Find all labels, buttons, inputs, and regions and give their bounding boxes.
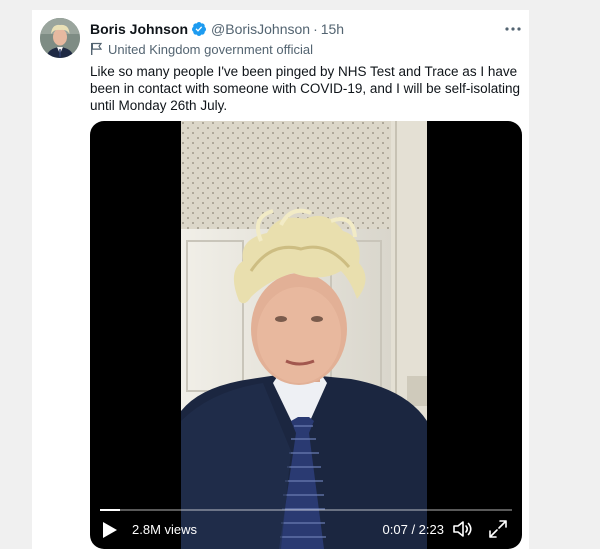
video-still-image [181, 121, 427, 549]
author-name[interactable]: Boris Johnson [90, 21, 188, 37]
volume-icon[interactable] [452, 519, 474, 539]
author-line: Boris Johnson @BorisJohnson · 15h [90, 20, 344, 38]
government-label[interactable]: United Kingdom government official [90, 40, 313, 58]
play-icon[interactable] [102, 521, 118, 539]
progress-bar[interactable] [100, 509, 512, 511]
video-frame[interactable] [181, 121, 427, 549]
view-count: 2.8M views [132, 522, 198, 537]
author-handle[interactable]: @BorisJohnson [211, 21, 310, 37]
more-horizontal-icon[interactable] [503, 20, 523, 38]
video-controls: 2.8M views 0:07 / 2:23 [90, 503, 522, 549]
avatar-image [40, 18, 80, 58]
avatar[interactable] [40, 18, 80, 58]
label-text: United Kingdom government official [108, 41, 313, 57]
video-time: 0:07 / 2:23 [382, 522, 444, 537]
fullscreen-icon[interactable] [488, 519, 508, 539]
separator-dot: · [313, 21, 318, 37]
video-player[interactable]: 2.8M views 0:07 / 2:23 [90, 121, 522, 549]
progress-fill [100, 509, 121, 511]
tweet-timestamp[interactable]: 15h [321, 21, 344, 37]
tweet-text: Like so many people I've been pinged by … [90, 64, 520, 113]
verified-badge-icon [191, 21, 207, 37]
tweet-card[interactable]: Boris Johnson @BorisJohnson · 15h United… [32, 10, 529, 549]
flag-icon [90, 42, 102, 56]
